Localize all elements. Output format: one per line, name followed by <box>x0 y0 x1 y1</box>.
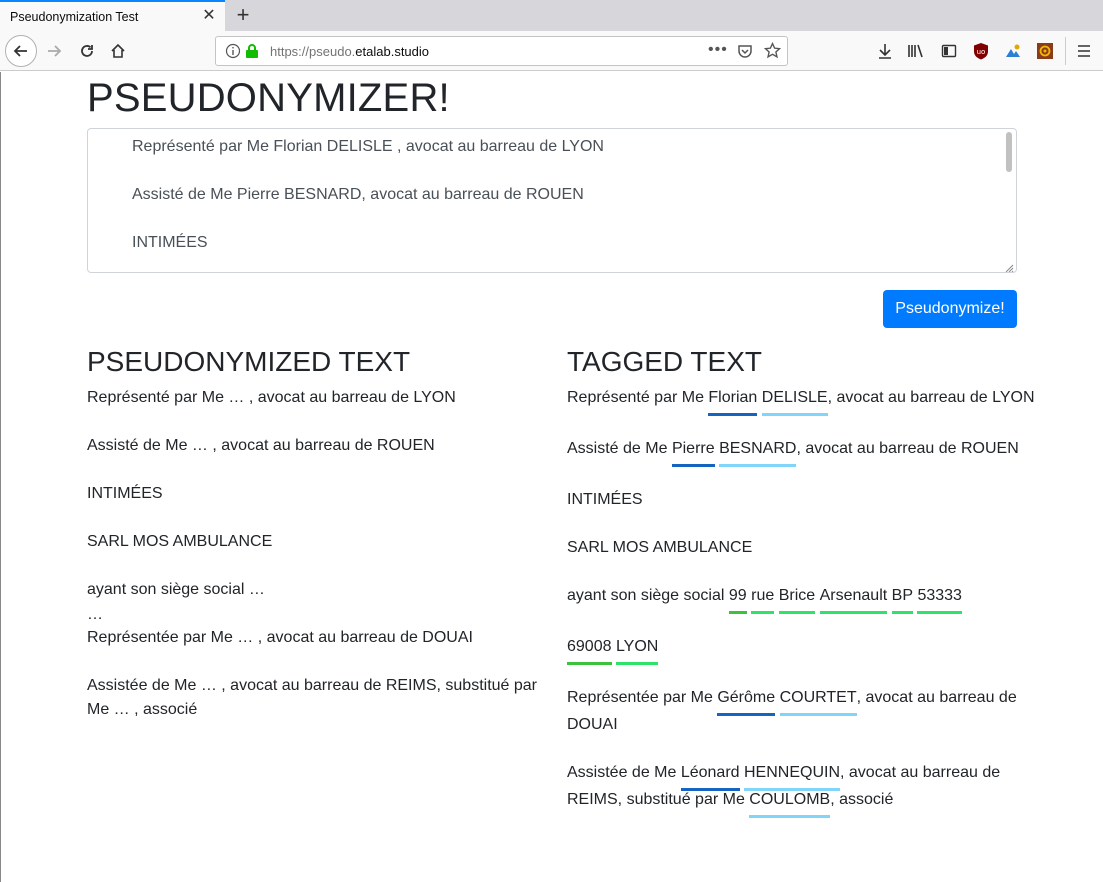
url-text[interactable]: https://pseudo.etalab.studio <box>270 44 429 59</box>
tagged-line: Représenté par Me Florian DELISLE, avoca… <box>567 386 1035 416</box>
pseudonymized-line: SARL MOS AMBULANCE <box>87 533 273 550</box>
url-host: etalab.studio <box>355 44 430 59</box>
pseudonymized-line: INTIMÉES <box>87 485 163 502</box>
tagged-line: Représentée par Me Gérôme COURTET, avoca… <box>567 686 1017 716</box>
pseudonymized-line: Assisté de Me … , avocat au barreau de R… <box>87 437 435 454</box>
home-button[interactable] <box>104 37 132 65</box>
reload-button[interactable] <box>73 37 101 65</box>
pseudonymized-line: … <box>87 606 103 623</box>
tagged-line: SARL MOS AMBULANCE <box>567 539 753 556</box>
pocket-icon[interactable] <box>737 43 753 64</box>
tagged-text: , associé <box>830 791 894 808</box>
tagged-text: REIMS, substitué par Me <box>567 791 750 808</box>
pseudonymized-line: Représentée par Me … , avocat au barreau… <box>87 629 473 646</box>
tagged-text: , avocat au barreau de ROUEN <box>796 440 1019 457</box>
info-icon[interactable] <box>225 43 241 64</box>
tagged-text: , avocat au barreau de LYON <box>827 389 1035 406</box>
scrollbar-thumb[interactable] <box>1006 132 1012 172</box>
last-name-tag: COURTET <box>779 686 857 716</box>
ublock-icon[interactable]: uo <box>971 41 991 61</box>
tagged-line: REIMS, substitué par Me COULOMB, associé <box>567 788 894 818</box>
sidebar-icon[interactable] <box>939 41 959 61</box>
last-name-tag: HENNEQUIN <box>744 761 841 791</box>
url-bar[interactable]: https://pseudo.etalab.studio ••• <box>215 36 788 66</box>
address-tag: Brice <box>778 584 816 614</box>
last-name-tag: BESNARD <box>719 437 797 467</box>
address-tag: 53333 <box>917 584 962 614</box>
textarea-line: Représenté par Me Florian DELISLE , avoc… <box>132 138 604 155</box>
tagged-text: , avocat au barreau de <box>840 764 1001 781</box>
pseudonymized-line: ayant son siège social … <box>87 581 265 598</box>
tagged-text: , avocat au barreau de <box>856 689 1017 706</box>
pseudonymized-line: Représenté par Me … , avocat au barreau … <box>87 389 456 406</box>
first-name-tag: Léonard <box>680 761 740 791</box>
close-tab-icon[interactable]: ✕ <box>201 8 217 24</box>
extension-icon[interactable] <box>1003 41 1023 61</box>
menu-hamburger-icon[interactable] <box>1074 41 1094 61</box>
tagged-line: ayant son siège social 99 rue Brice Arse… <box>567 584 962 614</box>
first-name-tag: Florian <box>708 386 757 416</box>
page-title: PSEUDONYMIZER! <box>87 76 450 120</box>
address-tag: BP <box>891 584 914 614</box>
address-number-tag: 99 <box>728 584 747 614</box>
last-name-tag: DELISLE <box>761 386 828 416</box>
resize-grip-icon[interactable] <box>1004 260 1014 272</box>
tagged-line: 69008 LYON <box>567 635 659 665</box>
browser-tab[interactable]: Pseudonymization Test ✕ <box>0 0 225 31</box>
library-icon[interactable] <box>906 41 926 61</box>
secure-lock-icon[interactable] <box>245 43 259 64</box>
tab-title: Pseudonymization Test <box>10 9 139 24</box>
textarea-line: Assisté de Me Pierre BESNARD, avocat au … <box>132 186 584 203</box>
forward-button[interactable] <box>40 37 68 65</box>
address-tag: rue <box>751 584 775 614</box>
tagged-text: Assisté de Me <box>567 440 672 457</box>
tagged-text: ayant son siège social <box>567 587 729 604</box>
textarea-line: INTIMÉES <box>132 234 208 251</box>
home-icon <box>111 43 125 58</box>
pseudonymized-heading: PSEUDONYMIZED TEXT <box>87 346 411 377</box>
pseudonymized-line: Assistée de Me … , avocat au barreau de … <box>87 677 537 694</box>
tagged-text: Assistée de Me <box>567 764 681 781</box>
extension-badge-icon[interactable] <box>1035 41 1055 61</box>
tagged-text: Représenté par Me <box>567 389 709 406</box>
svg-text:uo: uo <box>977 48 986 56</box>
pseudonymize-button[interactable]: Pseudonymize! <box>883 290 1017 328</box>
tagged-line: Assistée de Me Léonard HENNEQUIN, avocat… <box>567 761 1001 791</box>
tagged-text: Représentée par Me <box>567 689 718 706</box>
bookmark-star-icon[interactable] <box>763 41 782 64</box>
tagged-heading: TAGGED TEXT <box>567 346 762 377</box>
page-actions-icon[interactable]: ••• <box>708 41 728 59</box>
tab-bar: Pseudonymization Test ✕ + <box>0 0 1103 31</box>
toolbar-divider <box>1065 37 1066 65</box>
pseudonymized-line: Me … , associé <box>87 701 198 718</box>
input-textarea[interactable]: Représenté par Me Florian DELISLE , avoc… <box>87 128 1017 273</box>
first-name-tag: Gérôme <box>717 686 775 716</box>
downloads-icon[interactable] <box>875 41 895 61</box>
first-name-tag: Pierre <box>671 437 715 467</box>
tagged-line: DOUAI <box>567 716 618 733</box>
city-tag: LYON <box>615 635 659 665</box>
textarea-scrollbar[interactable] <box>1004 130 1015 271</box>
window-edge <box>0 72 1 882</box>
reload-icon <box>81 45 93 57</box>
tagged-line: Assisté de Me Pierre BESNARD, avocat au … <box>567 437 1019 467</box>
new-tab-icon[interactable]: + <box>232 2 254 28</box>
url-prefix: https://pseudo. <box>270 44 356 59</box>
zip-code-tag: 69008 <box>567 635 612 665</box>
last-name-tag: COULOMB <box>749 788 830 818</box>
navigation-bar: https://pseudo.etalab.studio ••• uo <box>0 31 1103 71</box>
tagged-line: INTIMÉES <box>567 491 643 508</box>
forward-arrow-icon <box>48 45 62 57</box>
back-arrow-icon <box>13 45 27 57</box>
address-tag: Arsenault <box>819 584 887 614</box>
back-button[interactable] <box>5 35 37 67</box>
